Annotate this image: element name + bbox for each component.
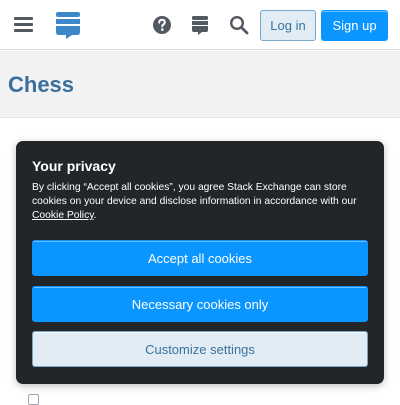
site-title[interactable]: Chess xyxy=(8,72,74,98)
stack-exchange-inbox-icon[interactable] xyxy=(188,13,212,37)
privacy-title: Your privacy xyxy=(32,158,116,174)
privacy-text: By clicking “Accept all cookies”, you ag… xyxy=(32,181,372,223)
privacy-dialog: Your privacy By clicking “Accept all coo… xyxy=(16,141,384,384)
help-icon[interactable] xyxy=(150,13,174,37)
customize-settings-button[interactable]: Customize settings xyxy=(32,331,368,367)
stack-exchange-logo-icon[interactable] xyxy=(55,11,81,39)
signup-button[interactable]: Sign up xyxy=(321,10,388,41)
site-header: Chess xyxy=(0,51,400,118)
cookie-policy-link[interactable]: Cookie Policy xyxy=(32,210,94,221)
privacy-text-end: . xyxy=(93,210,97,221)
privacy-text-body: By clicking “Accept all cookies”, you ag… xyxy=(32,182,357,207)
search-icon[interactable] xyxy=(227,13,251,37)
necessary-cookies-button[interactable]: Necessary cookies only xyxy=(32,286,368,322)
top-bar: Log in Sign up xyxy=(0,0,400,50)
accept-all-cookies-button[interactable]: Accept all cookies xyxy=(32,240,368,276)
login-button[interactable]: Log in xyxy=(260,10,316,41)
hamburger-menu-icon[interactable] xyxy=(14,17,33,32)
